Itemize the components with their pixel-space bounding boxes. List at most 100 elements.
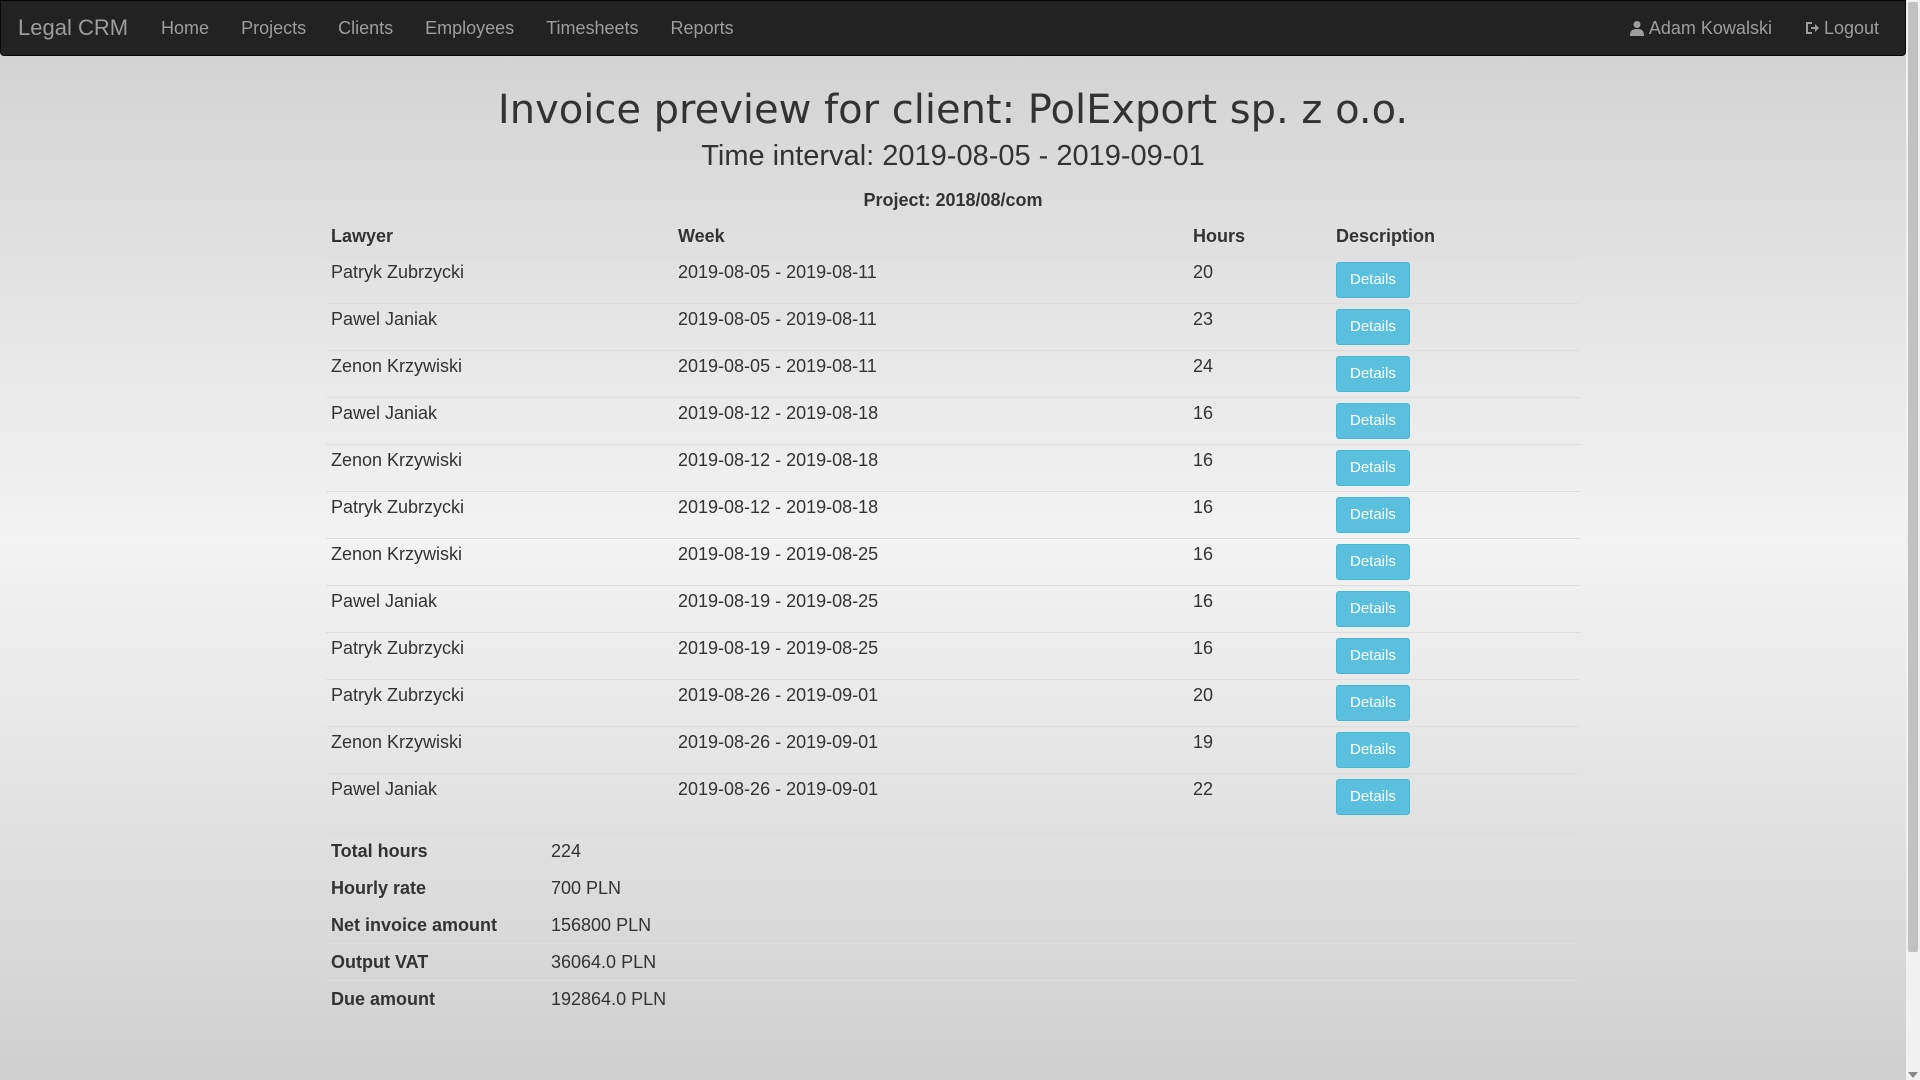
cell-week: 2019-08-05 - 2019-08-11 — [673, 303, 1188, 351]
summary-value: 224 — [546, 832, 1580, 870]
project-row: Project: 2018/08/com — [326, 184, 1580, 221]
cell-description: Details — [1331, 491, 1580, 539]
cell-week: 2019-08-26 - 2019-09-01 — [673, 773, 1188, 820]
logout-label: Logout — [1823, 17, 1879, 38]
cell-description: Details — [1331, 679, 1580, 727]
nav-reports[interactable]: Reports — [655, 18, 750, 39]
nav-clients[interactable]: Clients — [322, 18, 409, 39]
brand-link[interactable]: Legal CRM — [18, 15, 128, 41]
cell-week: 2019-08-05 - 2019-08-11 — [673, 350, 1188, 398]
details-button[interactable]: Details — [1336, 309, 1410, 345]
nav-employees[interactable]: Employees — [409, 18, 530, 39]
details-button[interactable]: Details — [1336, 638, 1410, 674]
scroll-down-arrow[interactable] — [1908, 1072, 1918, 1078]
logout-icon — [1805, 22, 1819, 34]
table-row: Zenon Krzywiski 2019-08-05 - 2019-08-11 24… — [326, 350, 1580, 398]
col-lawyer: Lawyer — [326, 220, 673, 257]
logout-link[interactable]: Logout — [1788, 18, 1895, 39]
cell-description: Details — [1331, 350, 1580, 398]
summary-value: 700 PLN — [546, 869, 1580, 907]
cell-hours: 20 — [1188, 679, 1331, 727]
cell-lawyer: Pawel Janiak — [326, 773, 673, 820]
details-button[interactable]: Details — [1336, 497, 1410, 533]
cell-description: Details — [1331, 585, 1580, 633]
details-button[interactable]: Details — [1336, 356, 1410, 392]
cell-hours: 20 — [1188, 256, 1331, 304]
cell-hours: 16 — [1188, 491, 1331, 539]
cell-lawyer: Pawel Janiak — [326, 585, 673, 633]
scrollbar[interactable] — [1906, 0, 1920, 1080]
nav-timesheets[interactable]: Timesheets — [530, 18, 654, 39]
page-title: Invoice preview for client: PolExport sp… — [497, 87, 1409, 133]
nav-projects[interactable]: Projects — [225, 18, 322, 39]
cell-description: Details — [1331, 538, 1580, 586]
cell-week: 2019-08-26 - 2019-09-01 — [673, 726, 1188, 774]
cell-week: 2019-08-05 - 2019-08-11 — [673, 256, 1188, 304]
table-row: Patryk Zubrzycki 2019-08-05 - 2019-08-11 2… — [326, 256, 1580, 304]
cell-week: 2019-08-19 - 2019-08-25 — [673, 632, 1188, 680]
details-button[interactable]: Details — [1336, 732, 1410, 768]
details-button[interactable]: Details — [1336, 450, 1410, 486]
cell-week: 2019-08-12 - 2019-08-18 — [673, 444, 1188, 492]
cell-lawyer: Patryk Zubrzycki — [326, 632, 673, 680]
summary-row: Due amount 192864.0 PLN — [326, 980, 1580, 1017]
cell-lawyer: Zenon Krzywiski — [326, 350, 673, 398]
table-row: Pawel Janiak 2019-08-05 - 2019-08-11 23 Det… — [326, 303, 1580, 351]
cell-hours: 16 — [1188, 585, 1331, 633]
table-row: Pawel Janiak 2019-08-12 - 2019-08-18 16 Det… — [326, 397, 1580, 445]
details-button[interactable]: Details — [1336, 685, 1410, 721]
cell-lawyer: Zenon Krzywiski — [326, 444, 673, 492]
cell-lawyer: Patryk Zubrzycki — [326, 256, 673, 304]
cell-week: 2019-08-26 - 2019-09-01 — [673, 679, 1188, 727]
user-name: Adam Kowalski — [1648, 17, 1772, 38]
cell-lawyer: Zenon Krzywiski — [326, 538, 673, 586]
table-row: Pawel Janiak 2019-08-26 - 2019-09-01 22 Det… — [326, 773, 1580, 820]
top-navbar: Legal CRM Home Projects Clients Employee… — [0, 0, 1906, 56]
cell-hours: 16 — [1188, 632, 1331, 680]
cell-description: Details — [1331, 444, 1580, 492]
table-row: Zenon Krzywiski 2019-08-19 - 2019-08-25 16… — [326, 538, 1580, 586]
cell-hours: 23 — [1188, 303, 1331, 351]
cell-description: Details — [1331, 303, 1580, 351]
table-row: Patryk Zubrzycki 2019-08-12 - 2019-08-18 1… — [326, 491, 1580, 539]
summary-label: Output VAT — [326, 943, 546, 981]
summary-row: Hourly rate 700 PLN — [326, 869, 1580, 907]
col-week: Week — [673, 220, 1188, 257]
user-menu[interactable]: Adam Kowalski — [1613, 18, 1788, 39]
user-icon — [1629, 21, 1644, 36]
cell-week: 2019-08-19 - 2019-08-25 — [673, 538, 1188, 586]
summary-value: 156800 PLN — [546, 906, 1580, 944]
scrollbar-thumb[interactable] — [1908, 2, 1918, 952]
details-button[interactable]: Details — [1336, 779, 1410, 815]
cell-week: 2019-08-12 - 2019-08-18 — [673, 397, 1188, 445]
cell-lawyer: Patryk Zubrzycki — [326, 679, 673, 727]
cell-hours: 16 — [1188, 444, 1331, 492]
table-row: Pawel Janiak 2019-08-19 - 2019-08-25 16 Det… — [326, 585, 1580, 633]
cell-lawyer: Pawel Janiak — [326, 303, 673, 351]
details-button[interactable]: Details — [1336, 544, 1410, 580]
summary-value: 36064.0 PLN — [546, 943, 1580, 981]
cell-hours: 24 — [1188, 350, 1331, 398]
details-button[interactable]: Details — [1336, 591, 1410, 627]
details-button[interactable]: Details — [1336, 403, 1410, 439]
summary-label: Total hours — [326, 832, 546, 870]
table-row: Patryk Zubrzycki 2019-08-19 - 2019-08-25 1… — [326, 632, 1580, 680]
table-row: Patryk Zubrzycki 2019-08-26 - 2019-09-01 2… — [326, 679, 1580, 727]
cell-description: Details — [1331, 397, 1580, 445]
cell-lawyer: Pawel Janiak — [326, 397, 673, 445]
cell-week: 2019-08-12 - 2019-08-18 — [673, 491, 1188, 539]
cell-description: Details — [1331, 773, 1580, 820]
table-row: Zenon Krzywiski 2019-08-26 - 2019-09-01 19… — [326, 726, 1580, 774]
cell-hours: 16 — [1188, 538, 1331, 586]
table-row: Zenon Krzywiski 2019-08-12 - 2019-08-18 16… — [326, 444, 1580, 492]
nav-right: Adam Kowalski Logout — [1613, 18, 1895, 39]
cell-description: Details — [1331, 256, 1580, 304]
nav-home[interactable]: Home — [145, 18, 225, 39]
cell-week: 2019-08-19 - 2019-08-25 — [673, 585, 1188, 633]
timesheet-table: Project: 2018/08/com Lawyer Week Hours D… — [326, 184, 1580, 820]
summary-table: Total hours 224 Hourly rate 700 PLN Net invo… — [326, 832, 1580, 1017]
summary-row: Total hours 224 — [326, 832, 1580, 870]
summary-label: Hourly rate — [326, 869, 546, 907]
time-interval: Time interval: 2019-08-05 - 2019-09-01 — [701, 140, 1205, 172]
details-button[interactable]: Details — [1336, 262, 1410, 298]
